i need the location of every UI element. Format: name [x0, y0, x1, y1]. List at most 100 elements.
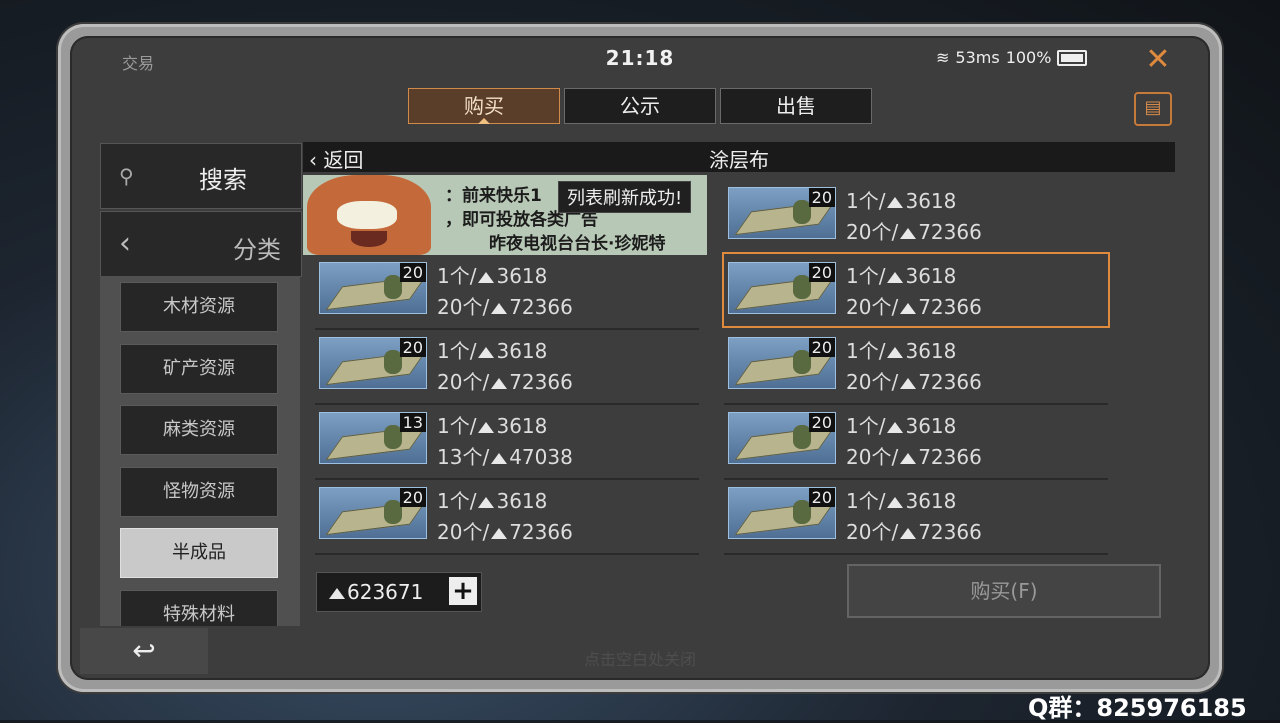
item-thumbnail: 20 [319, 337, 427, 389]
listing-item[interactable]: 20 1个/3618 20个/72366 [315, 329, 699, 405]
currency-icon [900, 303, 917, 314]
total-price: 20个/72366 [437, 370, 573, 394]
sidebar-item-special[interactable]: 特殊材料 [120, 590, 278, 626]
tab-bar: 购买 公示 出售 [408, 88, 872, 124]
chevron-left-icon: ‹ [119, 226, 131, 261]
currency-icon [491, 303, 508, 314]
total-price: 20个/72366 [846, 295, 982, 319]
unit-price: 1个/3618 [437, 414, 548, 438]
listing-item[interactable]: 20 1个/3618 20个/72366 [724, 329, 1108, 405]
category-list: 木材资源 矿产资源 麻类资源 怪物资源 半成品 特殊材料 [100, 276, 300, 626]
wifi-icon: ≋ [936, 48, 950, 67]
item-qty: 20 [808, 263, 835, 282]
currency-icon [329, 588, 345, 599]
refresh-toast: 列表刷新成功! [558, 181, 692, 213]
search-icon: ⚲ [119, 164, 134, 188]
plus-icon[interactable]: + [449, 577, 477, 605]
item-thumbnail: 13 [319, 412, 427, 464]
unit-price: 1个/3618 [437, 489, 548, 513]
tab-announce[interactable]: 公示 [564, 88, 716, 124]
clipboard-icon[interactable]: ▤ [1134, 92, 1172, 126]
item-thumbnail: 20 [728, 487, 836, 539]
battery-value: 100% [1005, 48, 1052, 67]
sidebar-item-wood[interactable]: 木材资源 [120, 282, 278, 332]
balance-value: 623671 [327, 580, 423, 604]
item-thumbnail: 20 [319, 262, 427, 314]
currency-icon [491, 378, 508, 389]
item-qty: 20 [808, 188, 835, 207]
wallet-balance: 623671 + [316, 572, 482, 612]
sidebar-item-semifinished[interactable]: 半成品 [120, 528, 278, 578]
listing-item[interactable]: 20 1个/3618 20个/72366 [315, 479, 699, 555]
sidebar-item-mineral[interactable]: 矿产资源 [120, 344, 278, 394]
item-qty: 20 [808, 488, 835, 507]
search-button[interactable]: ⚲ 搜索 [100, 143, 302, 209]
listing-item[interactable]: 13 1个/3618 13个/47038 [315, 404, 699, 480]
total-price: 20个/72366 [846, 520, 982, 544]
item-thumbnail: 20 [728, 187, 836, 239]
listing-item[interactable]: 20 1个/3618 20个/72366 [315, 254, 699, 330]
battery-icon [1057, 49, 1088, 66]
unit-price: 1个/3618 [846, 264, 957, 288]
buy-button[interactable]: 购买(F) [847, 564, 1161, 618]
unit-price: 1个/3618 [846, 489, 957, 513]
currency-icon [887, 497, 904, 508]
list-header: ‹ 返回 涂层布 [303, 142, 1175, 172]
mascot-image [307, 175, 431, 255]
banner-line-1: ：前来快乐1 [445, 186, 542, 206]
total-price: 20个/72366 [437, 295, 573, 319]
currency-icon [887, 197, 904, 208]
currency-icon [491, 528, 508, 539]
page-title: 涂层布 [709, 148, 769, 172]
item-qty: 20 [399, 338, 426, 357]
listing-item-selected[interactable]: 20 1个/3618 20个/72366 [722, 252, 1110, 328]
item-thumbnail: 20 [319, 487, 427, 539]
listing-item[interactable]: 20 1个/3618 20个/72366 [724, 479, 1108, 555]
tab-sell[interactable]: 出售 [720, 88, 872, 124]
close-icon[interactable]: ✕ [1142, 44, 1174, 76]
unit-price: 1个/3618 [846, 189, 957, 213]
close-hint[interactable]: 点击空白处关闭 [70, 646, 1210, 670]
category-label: 分类 [233, 236, 281, 264]
currency-icon [900, 378, 917, 389]
currency-icon [478, 347, 495, 358]
trade-screen: 交易 21:18 ≋ 53ms 100% ✕ 购买 公示 出售 ▤ ⚲ 搜索 ‹… [70, 36, 1210, 680]
total-price: 20个/72366 [846, 445, 982, 469]
banner-line-3: 昨夜电视台台长·珍妮特 [489, 234, 666, 254]
currency-icon [887, 347, 904, 358]
unit-price: 1个/3618 [846, 414, 957, 438]
item-qty: 13 [399, 413, 426, 432]
watermark: Q群：825976185 [1028, 694, 1247, 722]
sidebar-item-hemp[interactable]: 麻类资源 [120, 405, 278, 455]
currency-icon [887, 272, 904, 283]
currency-icon [900, 453, 917, 464]
item-thumbnail: 20 [728, 337, 836, 389]
total-price: 20个/72366 [846, 370, 982, 394]
currency-icon [478, 497, 495, 508]
category-button[interactable]: ‹ 分类 [100, 211, 302, 277]
tab-buy[interactable]: 购买 [408, 88, 560, 124]
currency-icon [900, 528, 917, 539]
item-thumbnail: 20 [728, 412, 836, 464]
search-label: 搜索 [199, 166, 247, 194]
total-price: 20个/72366 [846, 220, 982, 244]
listing-item[interactable]: 20 1个/3618 20个/72366 [724, 179, 1108, 251]
item-qty: 20 [808, 413, 835, 432]
status-indicators: ≋ 53ms 100% [936, 48, 1088, 67]
device-frame: 交易 21:18 ≋ 53ms 100% ✕ 购买 公示 出售 ▤ ⚲ 搜索 ‹… [58, 24, 1222, 692]
currency-icon [478, 422, 495, 433]
item-qty: 20 [808, 338, 835, 357]
ping-value: 53ms [955, 48, 1000, 67]
unit-price: 1个/3618 [437, 264, 548, 288]
unit-price: 1个/3618 [846, 339, 957, 363]
currency-icon [887, 422, 904, 433]
sidebar-item-monster[interactable]: 怪物资源 [120, 467, 278, 517]
total-price: 20个/72366 [437, 520, 573, 544]
currency-icon [478, 272, 495, 283]
item-qty: 20 [399, 263, 426, 282]
item-qty: 20 [399, 488, 426, 507]
listing-item[interactable]: 20 1个/3618 20个/72366 [724, 404, 1108, 480]
unit-price: 1个/3618 [437, 339, 548, 363]
total-price: 13个/47038 [437, 445, 573, 469]
item-thumbnail: 20 [728, 262, 836, 314]
